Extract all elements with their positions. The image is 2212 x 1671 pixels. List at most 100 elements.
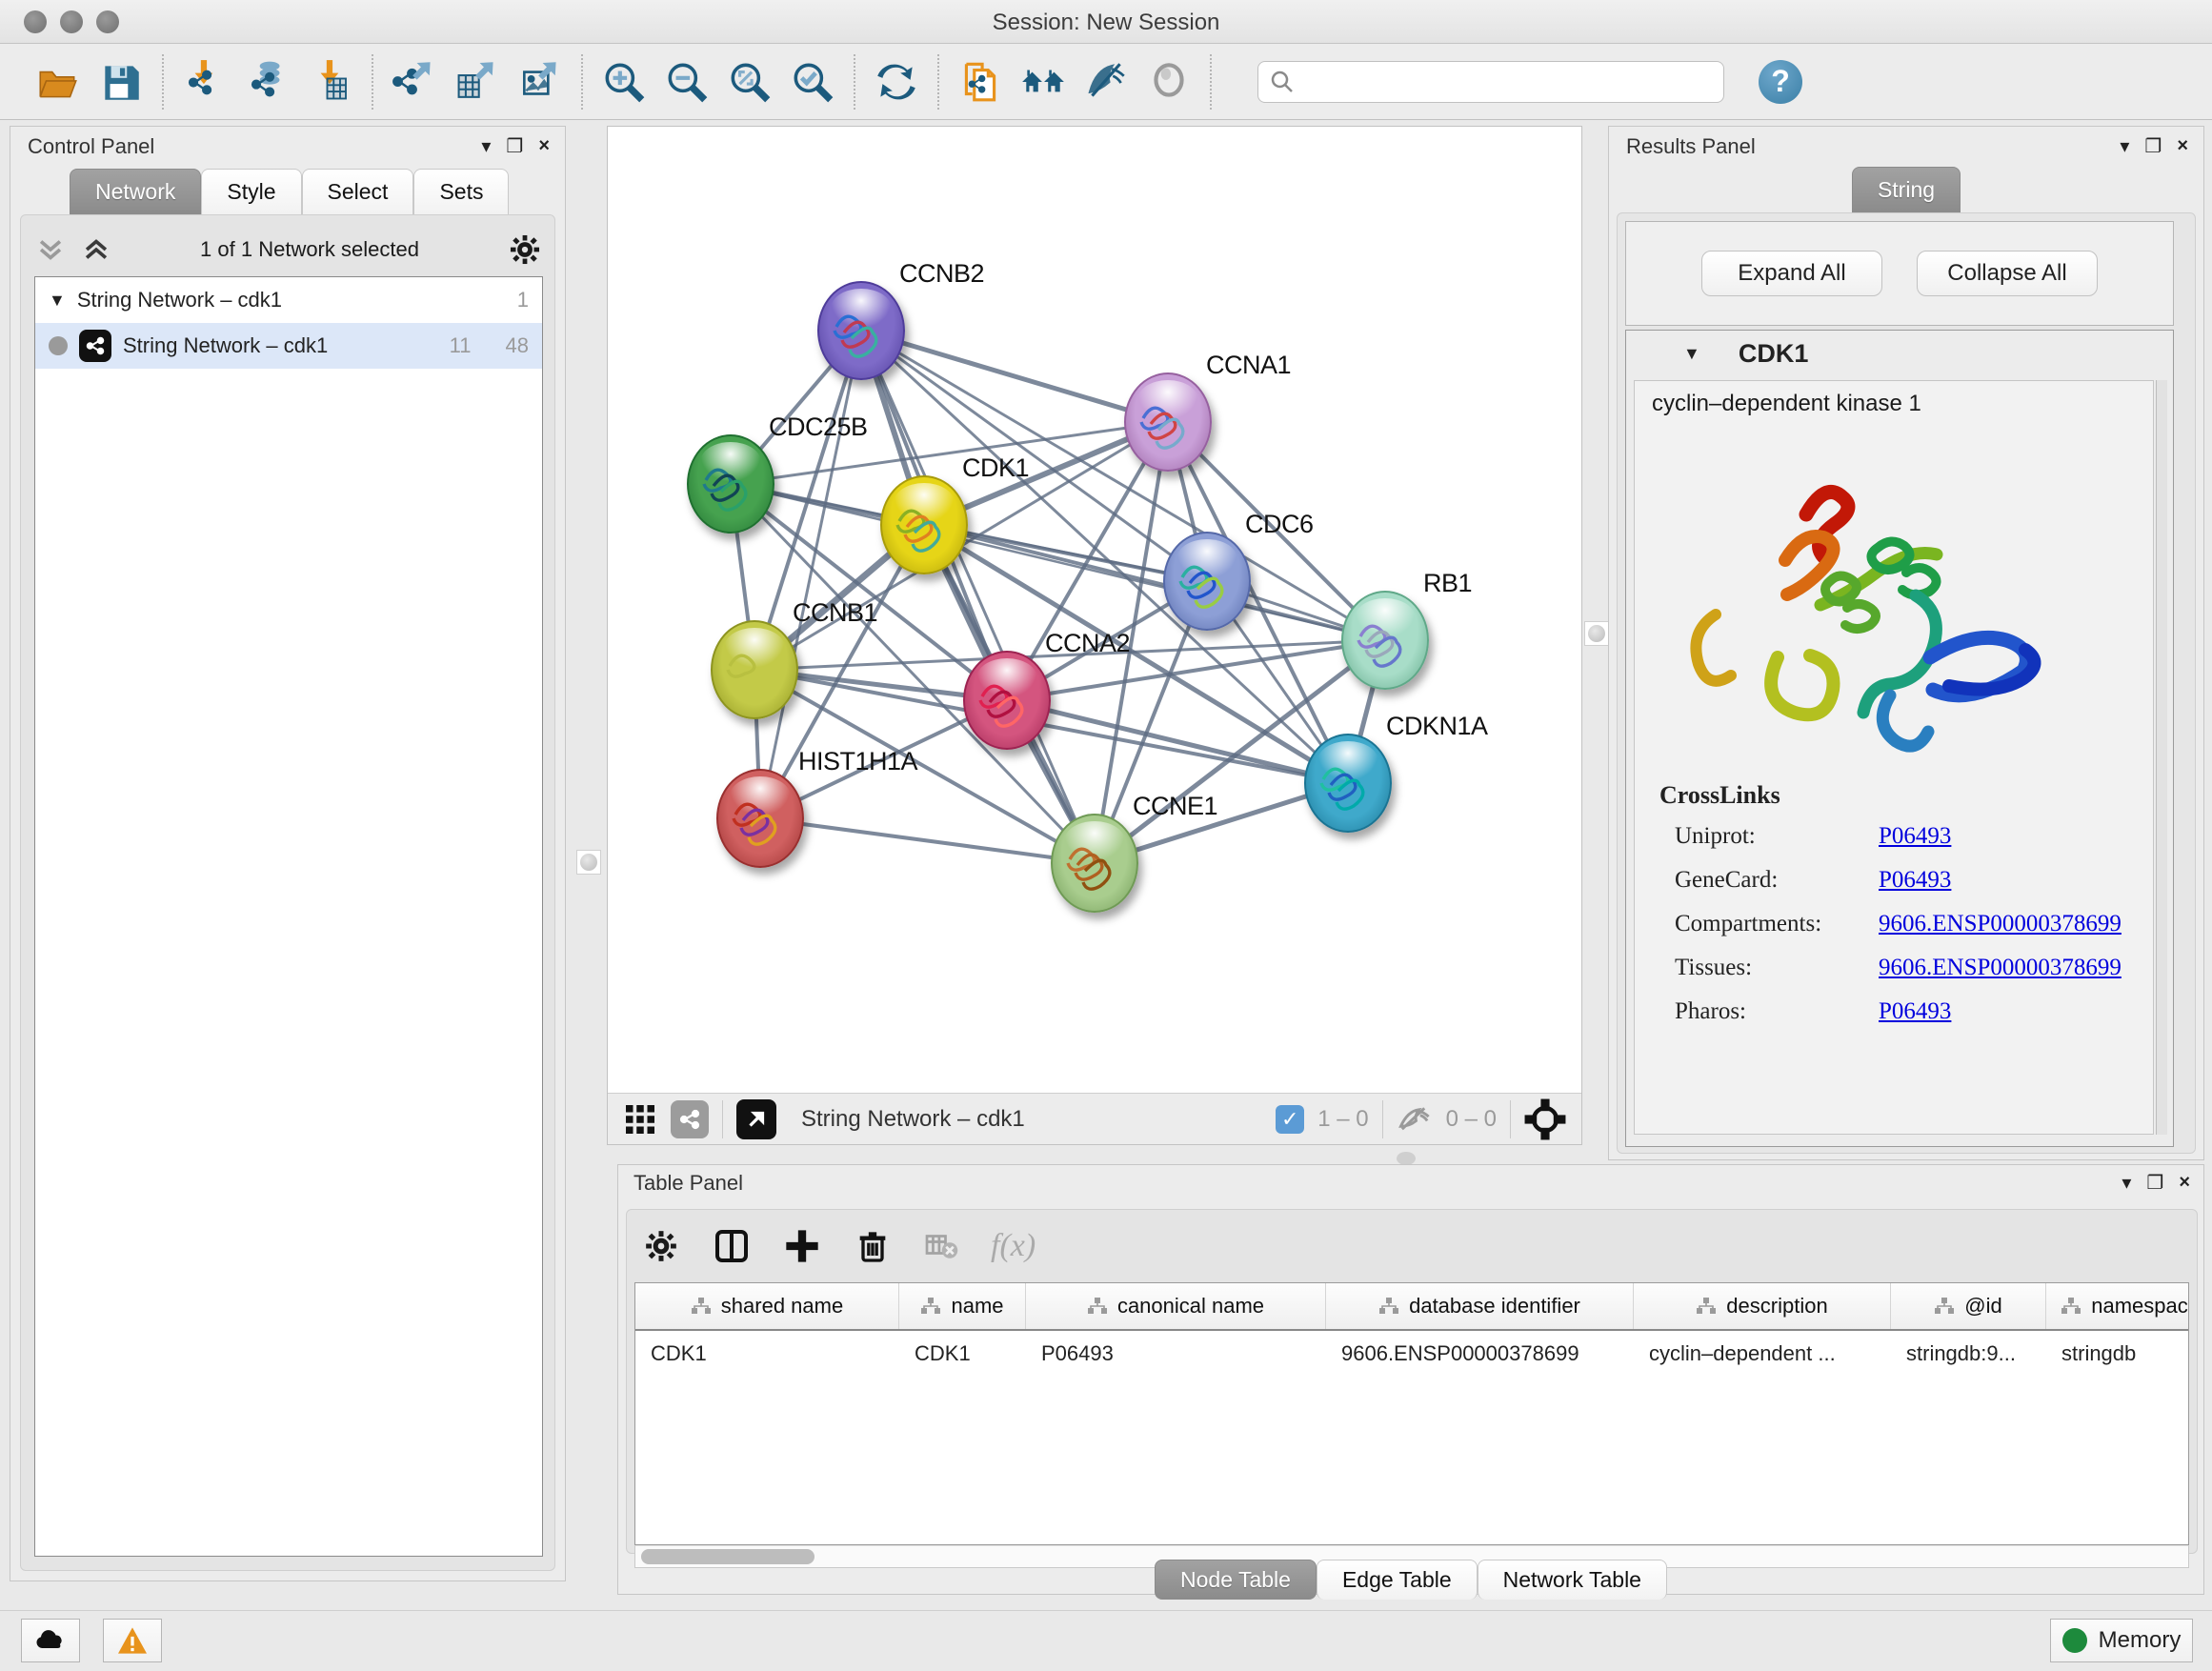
first-neighbors-button[interactable] — [1012, 53, 1075, 111]
column-header-canonical-name[interactable]: canonical name — [1026, 1283, 1326, 1329]
tab-string[interactable]: String — [1852, 167, 1961, 212]
tab-select[interactable]: Select — [302, 169, 414, 214]
node-table[interactable]: shared namenamecanonical namedatabase id… — [634, 1282, 2189, 1545]
table-panel-menu-icon[interactable]: ▾ — [2122, 1171, 2131, 1195]
zoom-selected-button[interactable] — [781, 53, 844, 111]
left-splitter-handle[interactable] — [576, 850, 601, 875]
cell-database-identifier[interactable]: 9606.ENSP00000378699 — [1326, 1341, 1634, 1366]
expand-all-button[interactable]: Expand All — [1701, 251, 1882, 296]
results-panel-close-icon[interactable]: × — [2177, 135, 2188, 157]
import-table-file-button[interactable] — [299, 53, 362, 111]
right-splitter-handle[interactable] — [1584, 621, 1609, 646]
results-panel-title: Results Panel — [1626, 134, 1756, 158]
control-panel-menu-icon[interactable]: ▾ — [481, 134, 491, 158]
open-session-button[interactable] — [27, 53, 90, 111]
collapse-all-button[interactable]: Collapse All — [1917, 251, 2098, 296]
network-options-gear-icon[interactable] — [507, 232, 543, 268]
column-header-name[interactable]: name — [899, 1283, 1026, 1329]
node-CCNE1[interactable] — [1051, 814, 1138, 913]
gene-collapse-icon[interactable]: ▼ — [1683, 344, 1700, 364]
node-structure-thumbnail — [882, 477, 970, 576]
cell-shared-name[interactable]: CDK1 — [635, 1341, 899, 1366]
results-panel-float-icon[interactable]: ❐ — [2144, 134, 2162, 158]
fit-selected-target-icon[interactable] — [1524, 1098, 1566, 1140]
cloud-button[interactable] — [21, 1619, 80, 1662]
tab-network-table[interactable]: Network Table — [1478, 1560, 1667, 1600]
save-session-button[interactable] — [90, 53, 152, 111]
show-columns-icon[interactable] — [713, 1227, 751, 1265]
table-panel-float-icon[interactable]: ❐ — [2146, 1171, 2163, 1195]
crosslink-label: Pharos: — [1659, 998, 1879, 1025]
tab-network[interactable]: Network — [70, 169, 201, 214]
cell-namespac[interactable]: stringdb — [2046, 1341, 2189, 1366]
results-panel-menu-icon[interactable]: ▾ — [2120, 134, 2129, 158]
collection-expand-icon[interactable]: ▼ — [49, 291, 66, 311]
crosslink-link[interactable]: 9606.ENSP00000378699 — [1879, 955, 2122, 981]
import-network-file-button[interactable] — [173, 53, 236, 111]
tab-style[interactable]: Style — [201, 169, 301, 214]
clone-network-button[interactable] — [949, 53, 1012, 111]
show-all-button[interactable] — [1137, 53, 1200, 111]
help-button[interactable]: ? — [1759, 60, 1802, 104]
control-panel-float-icon[interactable]: ❐ — [506, 134, 523, 158]
network-collection-row[interactable]: ▼ String Network – cdk1 1 — [35, 277, 542, 323]
crosslink-link[interactable]: P06493 — [1879, 823, 1951, 850]
bottom-splitter-handle[interactable] — [1397, 1152, 1416, 1165]
create-column-plus-icon[interactable] — [783, 1227, 821, 1265]
cell-name[interactable]: CDK1 — [899, 1341, 1026, 1366]
open-in-window-icon[interactable] — [736, 1099, 776, 1139]
table-panel-close-icon[interactable]: × — [2179, 1172, 2190, 1194]
delete-column-trash-icon[interactable] — [854, 1227, 892, 1265]
selected-nodes-checkbox[interactable]: ✓ — [1276, 1105, 1304, 1134]
expand-all-tree-icon[interactable] — [34, 233, 67, 266]
table-options-gear-icon[interactable] — [642, 1227, 680, 1265]
node-CDC25B[interactable] — [687, 434, 774, 534]
column-header-database-identifier[interactable]: database identifier — [1326, 1283, 1634, 1329]
grid-view-icon[interactable] — [623, 1102, 657, 1137]
string-view-icon[interactable] — [671, 1100, 709, 1138]
zoom-out-button[interactable] — [655, 53, 718, 111]
node-CDK1[interactable] — [880, 475, 968, 574]
export-network-button[interactable] — [383, 53, 446, 111]
node-CCNA1[interactable] — [1124, 372, 1212, 472]
network-canvas[interactable]: CCNB2CCNA1CDC25BCDK1CDC6RB1CCNB1CCNA2CDK… — [608, 127, 1581, 1093]
export-table-button[interactable] — [446, 53, 509, 111]
crosslink-link[interactable]: 9606.ENSP00000378699 — [1879, 911, 2122, 937]
hide-selected-button[interactable] — [1075, 53, 1137, 111]
network-node-count: 11 — [450, 333, 472, 358]
node-RB1[interactable] — [1341, 591, 1429, 690]
node-CCNB2[interactable] — [817, 281, 905, 380]
node-CCNA2[interactable] — [963, 651, 1051, 750]
import-network-database-button[interactable] — [236, 53, 299, 111]
column-header--id[interactable]: @id — [1891, 1283, 2046, 1329]
node-HIST1H1A[interactable] — [716, 769, 804, 868]
node-CCNB1[interactable] — [711, 620, 798, 719]
search-field[interactable] — [1257, 61, 1724, 103]
column-header-namespac[interactable]: namespac — [2046, 1283, 2189, 1329]
warnings-button[interactable] — [103, 1619, 162, 1662]
network-row[interactable]: String Network – cdk1 11 48 — [35, 323, 542, 369]
zoom-fit-button[interactable] — [718, 53, 781, 111]
node-CDKN1A[interactable] — [1304, 734, 1392, 833]
control-panel-close-icon[interactable]: × — [538, 135, 550, 157]
node-CDC6[interactable] — [1163, 532, 1251, 631]
cell-description[interactable]: cyclin–dependent ... — [1634, 1341, 1891, 1366]
tab-sets[interactable]: Sets — [413, 169, 509, 214]
save-session-icon — [97, 58, 145, 106]
crosslink-link[interactable]: P06493 — [1879, 998, 1951, 1025]
tab-edge-table[interactable]: Edge Table — [1317, 1560, 1478, 1600]
cell--id[interactable]: stringdb:9... — [1891, 1341, 2046, 1366]
table-row[interactable]: CDK1CDK1P064939606.ENSP00000378699cyclin… — [635, 1331, 2188, 1377]
collapse-all-tree-icon[interactable] — [80, 233, 112, 266]
column-header-description[interactable]: description — [1634, 1283, 1891, 1329]
results-scrollbar[interactable] — [2156, 380, 2167, 1135]
memory-button[interactable]: Memory — [2050, 1619, 2193, 1662]
refresh-button[interactable] — [865, 53, 928, 111]
zoom-in-button[interactable] — [593, 53, 655, 111]
search-input[interactable] — [1297, 70, 1723, 94]
tab-node-table[interactable]: Node Table — [1155, 1560, 1317, 1600]
export-image-button[interactable] — [509, 53, 572, 111]
cell-canonical-name[interactable]: P06493 — [1026, 1341, 1326, 1366]
column-header-shared-name[interactable]: shared name — [635, 1283, 899, 1329]
crosslink-link[interactable]: P06493 — [1879, 867, 1951, 894]
